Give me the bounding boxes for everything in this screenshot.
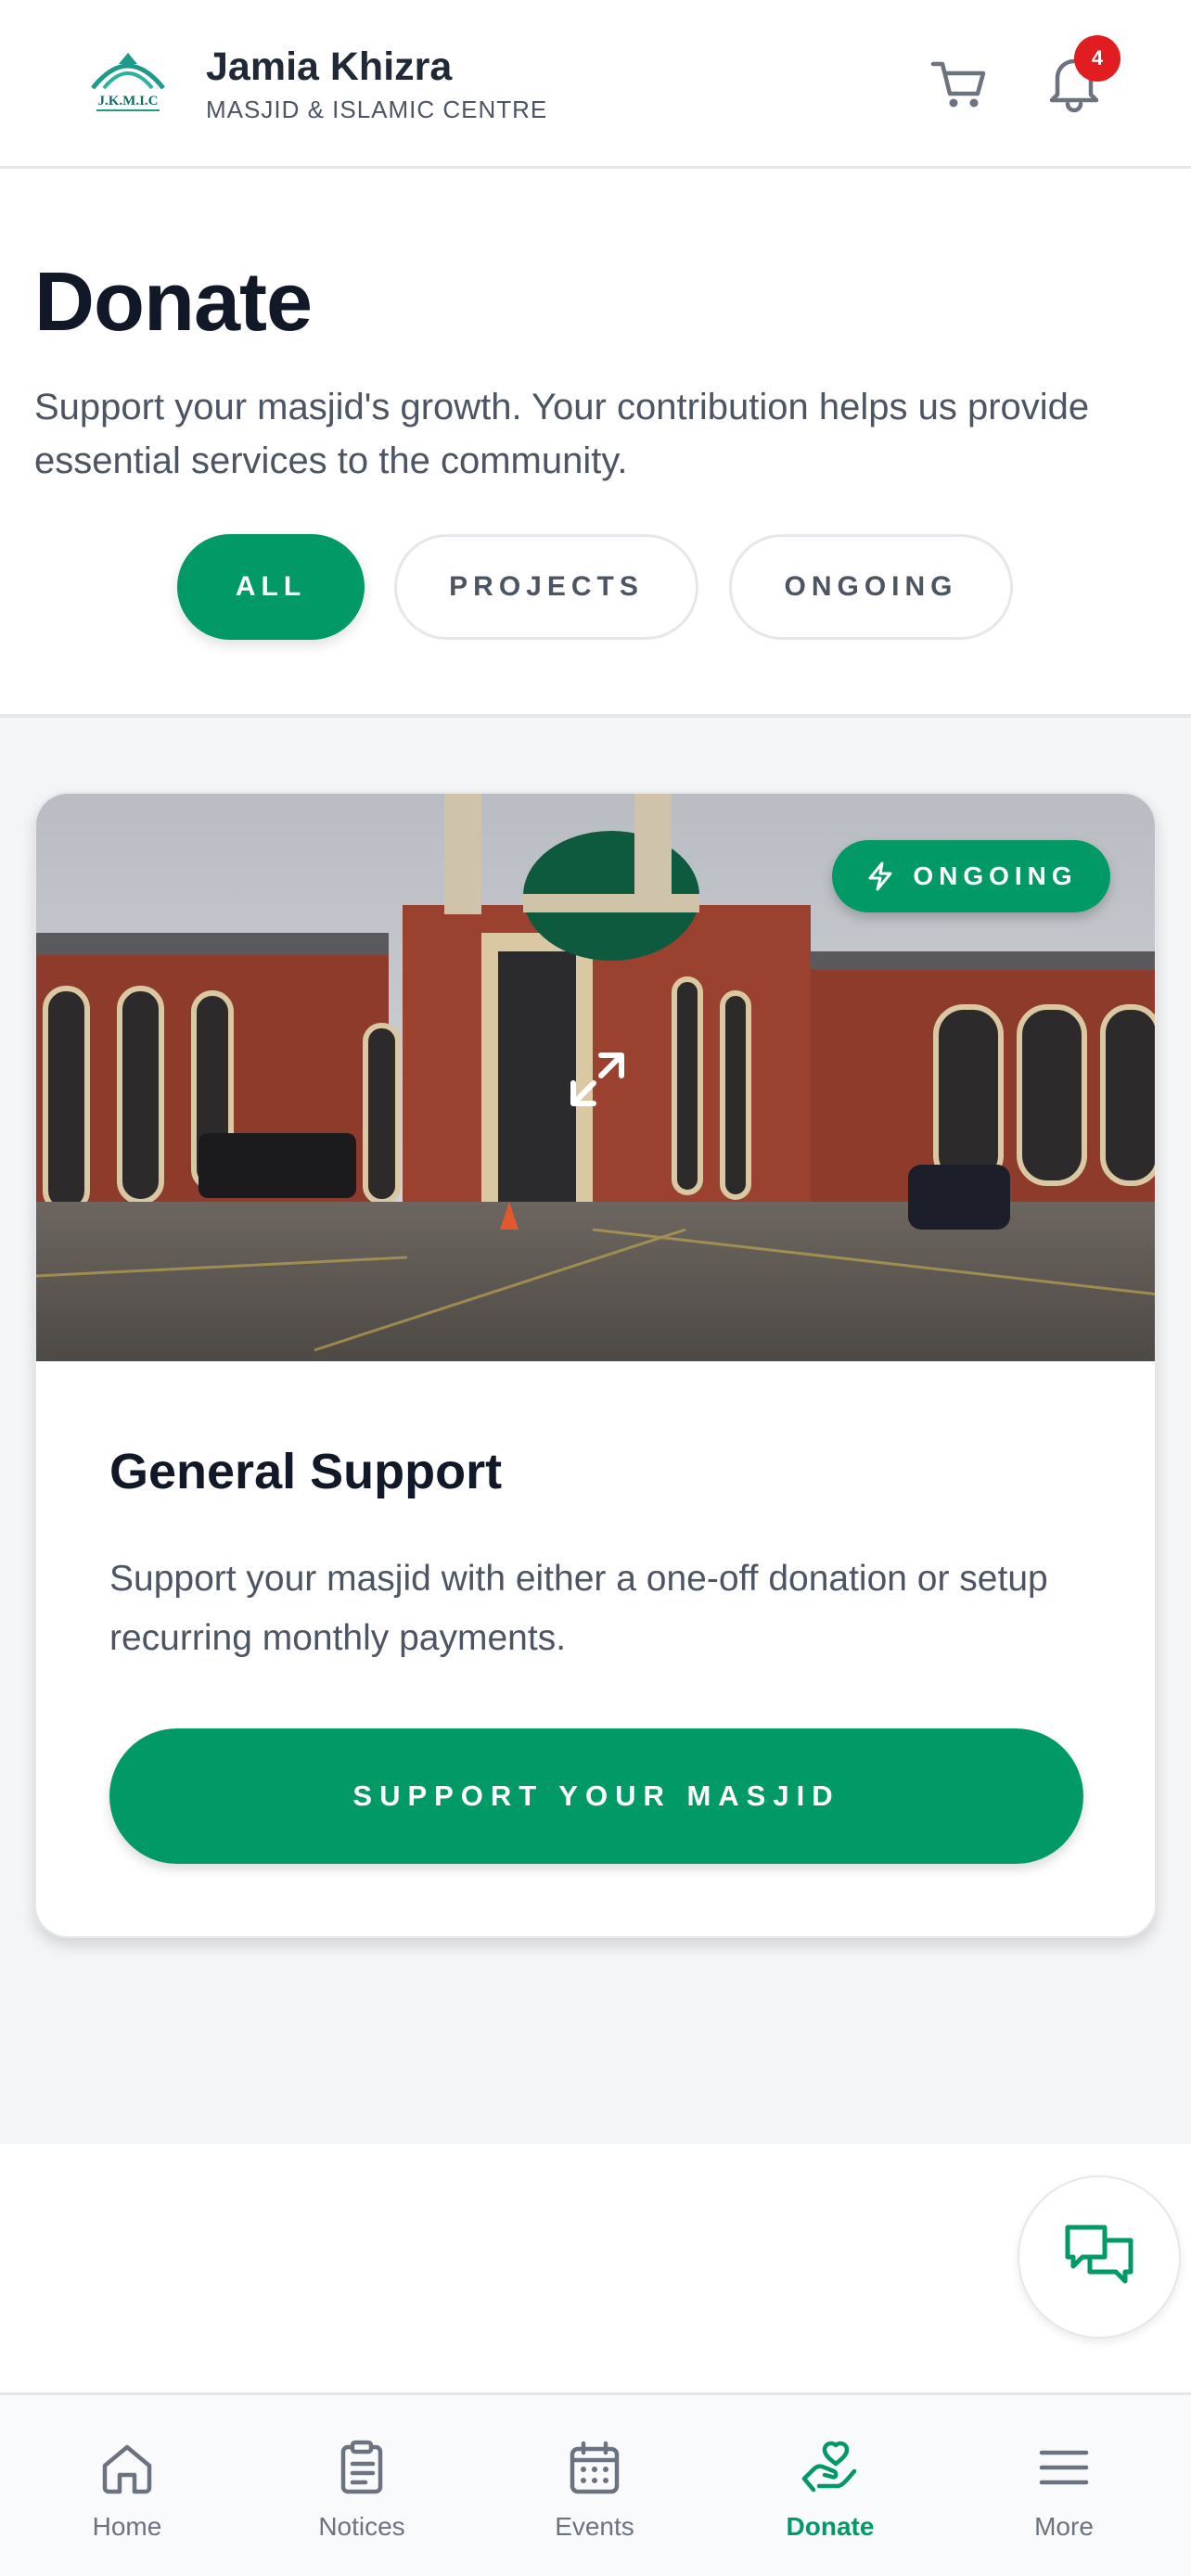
calendar-icon <box>570 2441 620 2494</box>
nav-label-home: Home <box>92 2512 162 2541</box>
brand-subtitle: MASJID & ISLAMIC CENTRE <box>206 96 548 123</box>
nav-label-notices: Notices <box>318 2512 405 2541</box>
nav-label-donate: Donate <box>786 2512 875 2541</box>
nav-item-home[interactable]: Home <box>34 2395 220 2576</box>
expand-icon[interactable] <box>568 1050 627 1109</box>
nav-label-more: More <box>1034 2512 1094 2541</box>
card-description: Support your masjid with either a one-of… <box>109 1559 1048 1658</box>
donation-card[interactable]: ONGOING General Support Support your mas… <box>34 792 1157 1938</box>
app-header: J.K.M.I.C Jamia Khizra MASJID & ISLAMIC … <box>0 0 1191 169</box>
home-icon <box>102 2444 152 2494</box>
card-title: General Support <box>109 1444 503 1499</box>
nav-label-events: Events <box>555 2512 634 2541</box>
clipboard-icon <box>340 2440 383 2494</box>
nav-item-notices[interactable]: Notices <box>269 2395 455 2576</box>
support-your-masjid-button[interactable]: SUPPORT YOUR MASJID <box>109 1728 1083 1864</box>
filter-chips: ALL PROJECTS ONGOING <box>0 534 1191 640</box>
chat-button[interactable] <box>1018 2175 1181 2339</box>
notification-count-badge: 4 <box>1074 35 1121 82</box>
brand-name: Jamia Khizra <box>206 45 453 89</box>
bottom-navigation: Home Notices Events Donate More <box>0 2392 1191 2576</box>
ongoing-badge-label: ONGOING <box>913 861 1078 890</box>
filter-chip-projects[interactable]: PROJECTS <box>394 534 698 640</box>
filter-chip-ongoing[interactable]: ONGOING <box>729 534 1013 640</box>
page-intro: Support your masjid's growth. Your contr… <box>34 387 1090 481</box>
masjid-logo[interactable]: J.K.M.I.C <box>83 51 173 118</box>
menu-icon <box>1039 2450 1089 2485</box>
logo-text: J.K.M.I.C <box>98 94 159 108</box>
hand-heart-icon <box>801 2441 857 2493</box>
filter-chip-all[interactable]: ALL <box>177 534 365 640</box>
chat-icon <box>1065 2225 1133 2284</box>
ongoing-status-badge: ONGOING <box>832 840 1110 912</box>
cart-icon[interactable] <box>928 51 992 116</box>
page-title: Donate <box>34 256 313 349</box>
donation-list: ONGOING General Support Support your mas… <box>0 714 1191 2144</box>
nav-item-more[interactable]: More <box>971 2395 1157 2576</box>
nav-item-events[interactable]: Events <box>502 2395 687 2576</box>
nav-item-donate[interactable]: Donate <box>737 2395 923 2576</box>
lightning-icon <box>868 861 892 891</box>
